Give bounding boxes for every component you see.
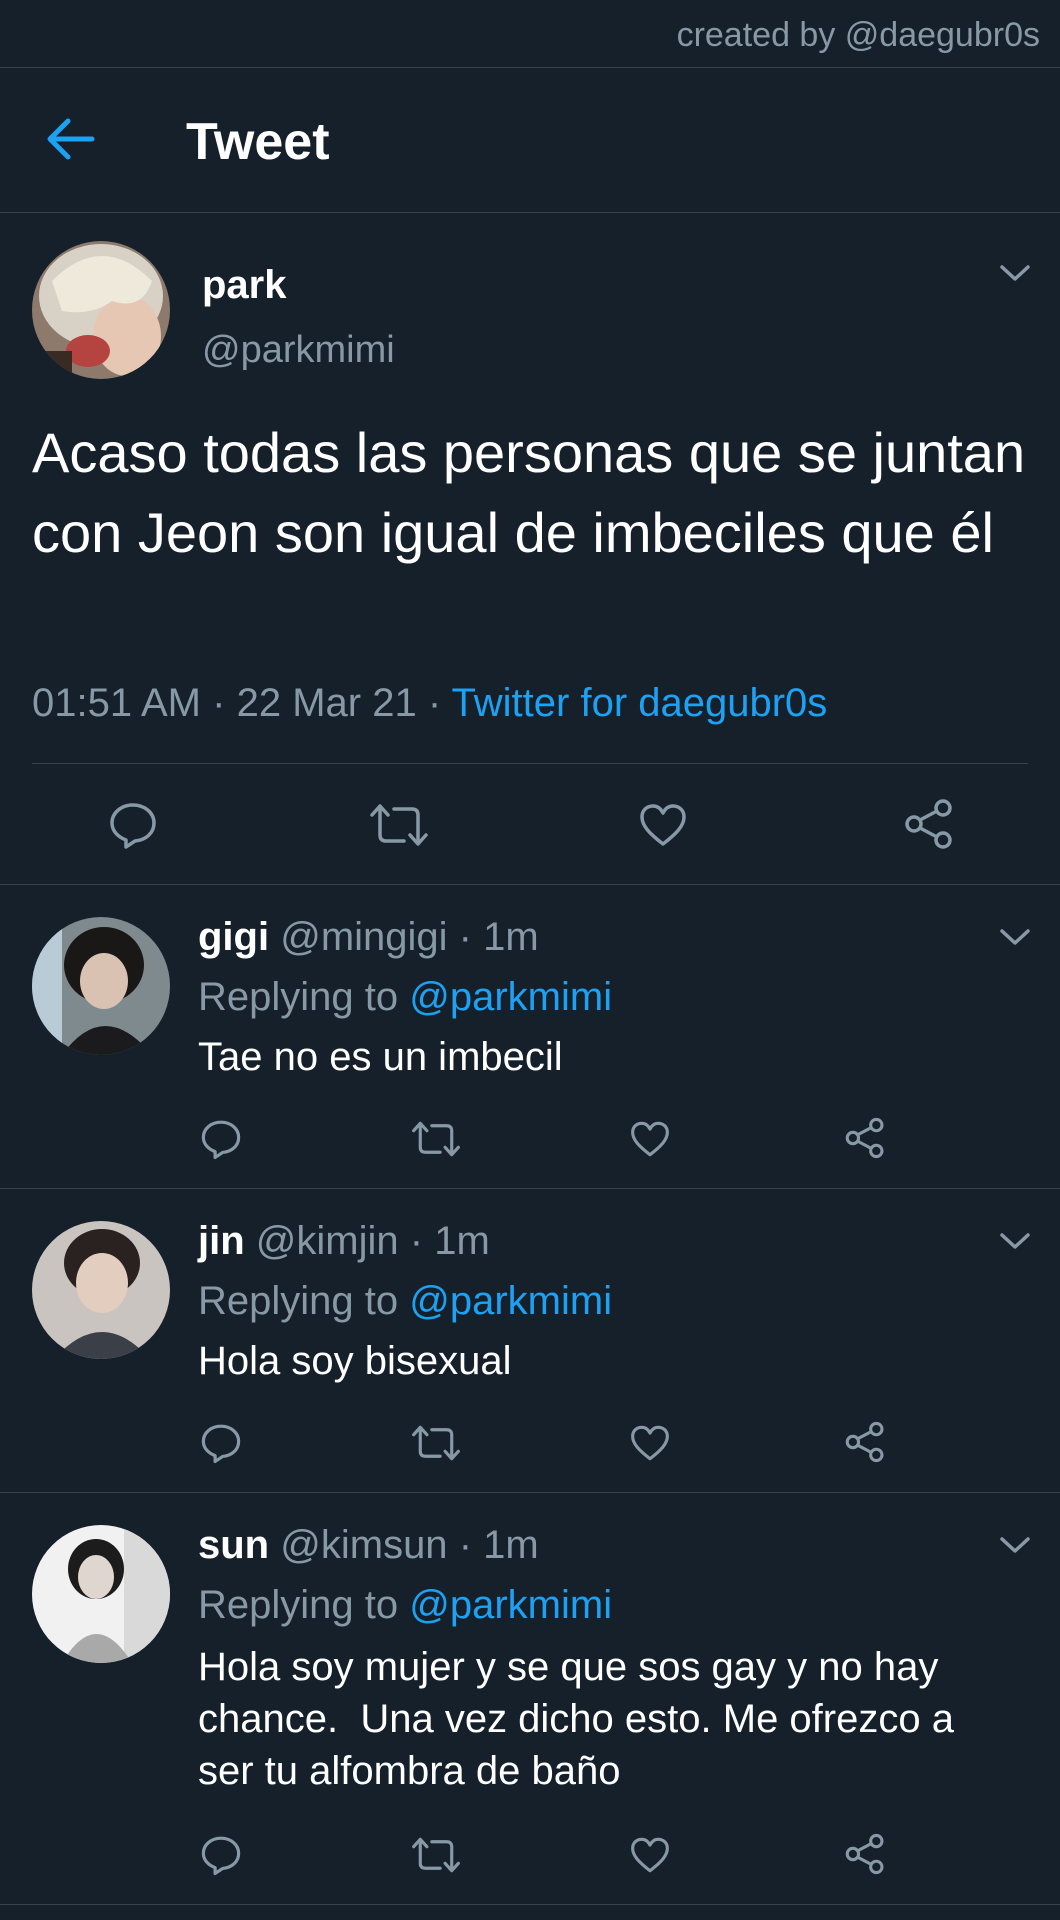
meta-separator: ·: [427, 681, 442, 725]
reply-tweet[interactable]: gigi @mingigi · 1m Replying to @parkmimi…: [0, 885, 1060, 1189]
reply-header: gigi @mingigi · 1m: [198, 915, 539, 960]
heart-icon: [631, 1837, 669, 1873]
share-button[interactable]: [844, 1421, 886, 1463]
retweet-button[interactable]: [412, 1119, 460, 1159]
share-icon: [845, 1117, 884, 1159]
tweet-meta: 01:51 AM · 22 Mar 21 · Twitter for daegu…: [32, 681, 827, 726]
reply-button[interactable]: [200, 1834, 242, 1876]
like-button[interactable]: [629, 1424, 671, 1462]
reply-time: 1m: [483, 915, 539, 959]
tweet-date: 22 Mar 21: [236, 681, 417, 725]
arrow-left-icon: [47, 118, 95, 160]
like-button[interactable]: [638, 802, 688, 848]
share-icon: [845, 1833, 884, 1875]
tweet-source-link[interactable]: Twitter for daegubr0s: [452, 681, 828, 725]
reply-header: sun @kimsun · 1m: [198, 1523, 539, 1568]
reply-author-handle[interactable]: @kimjin: [256, 1219, 399, 1263]
reply-text: Hola soy bisexual: [198, 1339, 512, 1383]
reply-time: 1m: [434, 1219, 490, 1263]
reply-author-name[interactable]: sun: [198, 1523, 269, 1567]
avatar-image: [32, 1221, 170, 1359]
avatar-image: [32, 917, 170, 1055]
chevron-down-icon: [1000, 929, 1030, 945]
more-options-button[interactable]: [998, 261, 1032, 285]
reply-button[interactable]: [200, 1118, 242, 1160]
more-options-button[interactable]: [998, 1533, 1032, 1557]
main-tweet: park @parkmimi Acaso todas las personas …: [0, 213, 1060, 885]
share-button[interactable]: [844, 1117, 886, 1159]
divider: [32, 763, 1028, 764]
reply-header: jin @kimjin · 1m: [198, 1219, 490, 1264]
reply-author-handle[interactable]: @mingigi: [280, 915, 447, 959]
replying-label: Replying to: [198, 1583, 399, 1627]
chevron-down-icon: [1000, 1537, 1030, 1553]
reply-time: 1m: [483, 1523, 539, 1567]
avatar-image: [32, 241, 170, 379]
reply-button[interactable]: [200, 1422, 242, 1464]
meta-separator: ·: [458, 915, 472, 959]
credit-text: created by @daegubr0s: [676, 16, 1040, 54]
retweet-icon: [412, 1837, 460, 1873]
speech-bubble-icon: [201, 1424, 241, 1464]
retweet-button[interactable]: [412, 1835, 460, 1875]
meta-separator: ·: [409, 1219, 424, 1263]
speech-bubble-icon: [110, 803, 156, 849]
like-button[interactable]: [629, 1120, 671, 1158]
replying-mention-link[interactable]: @parkmimi: [409, 1279, 612, 1323]
author-name[interactable]: park: [202, 263, 287, 308]
reply-button[interactable]: [108, 800, 158, 850]
replying-mention-link[interactable]: @parkmimi: [409, 1583, 612, 1627]
reply-text: Tae no es un imbecil: [198, 1035, 563, 1079]
retweet-icon: [412, 1121, 460, 1157]
reply-author-name[interactable]: jin: [198, 1219, 245, 1263]
replying-to: Replying to @parkmimi: [198, 1583, 612, 1628]
avatar[interactable]: [32, 241, 170, 379]
speech-bubble-icon: [201, 1836, 241, 1876]
credit-bar: created by @daegubr0s: [0, 0, 1060, 68]
replying-label: Replying to: [198, 975, 399, 1019]
page-title: Tweet: [186, 113, 330, 171]
reply-author-name[interactable]: gigi: [198, 915, 269, 959]
avatar-image: [32, 1525, 170, 1663]
tweet-time: 01:51 AM: [32, 681, 202, 725]
more-options-button[interactable]: [998, 925, 1032, 949]
share-button[interactable]: [903, 798, 955, 850]
reply-text: Hola soy mujer y se que sos gay y no hay…: [198, 1645, 966, 1793]
heart-icon: [631, 1121, 669, 1157]
more-options-button[interactable]: [998, 1229, 1032, 1253]
chevron-down-icon: [1000, 1233, 1030, 1249]
heart-icon: [640, 804, 686, 846]
chevron-down-icon: [1000, 265, 1030, 281]
meta-separator: ·: [458, 1523, 473, 1567]
replying-to: Replying to @parkmimi: [198, 1279, 612, 1324]
like-button[interactable]: [629, 1836, 671, 1874]
retweet-button[interactable]: [370, 801, 428, 849]
avatar[interactable]: [32, 1525, 170, 1663]
back-button[interactable]: [44, 116, 98, 162]
replying-mention-link[interactable]: @parkmimi: [409, 975, 612, 1019]
retweet-button[interactable]: [412, 1423, 460, 1463]
avatar[interactable]: [32, 1221, 170, 1359]
retweet-icon: [412, 1425, 460, 1461]
retweet-icon: [370, 804, 428, 846]
reply-author-handle[interactable]: @kimsun: [280, 1523, 447, 1567]
tweet-text: Acaso todas las personas que se juntan c…: [32, 421, 1026, 564]
meta-separator: ·: [212, 681, 226, 725]
replying-label: Replying to: [198, 1279, 399, 1323]
reply-tweet[interactable]: jin @kimjin · 1m Replying to @parkmimi H…: [0, 1189, 1060, 1493]
replying-to: Replying to @parkmimi: [198, 975, 612, 1020]
author-handle[interactable]: @parkmimi: [202, 329, 395, 372]
reply-tweet[interactable]: sun @kimsun · 1m Replying to @parkmimi H…: [0, 1493, 1060, 1905]
speech-bubble-icon: [201, 1120, 241, 1160]
share-icon: [845, 1421, 884, 1463]
top-app-bar: Tweet: [0, 68, 1060, 213]
heart-icon: [631, 1425, 669, 1461]
avatar[interactable]: [32, 917, 170, 1055]
share-button[interactable]: [844, 1833, 886, 1875]
share-icon: [905, 799, 952, 849]
